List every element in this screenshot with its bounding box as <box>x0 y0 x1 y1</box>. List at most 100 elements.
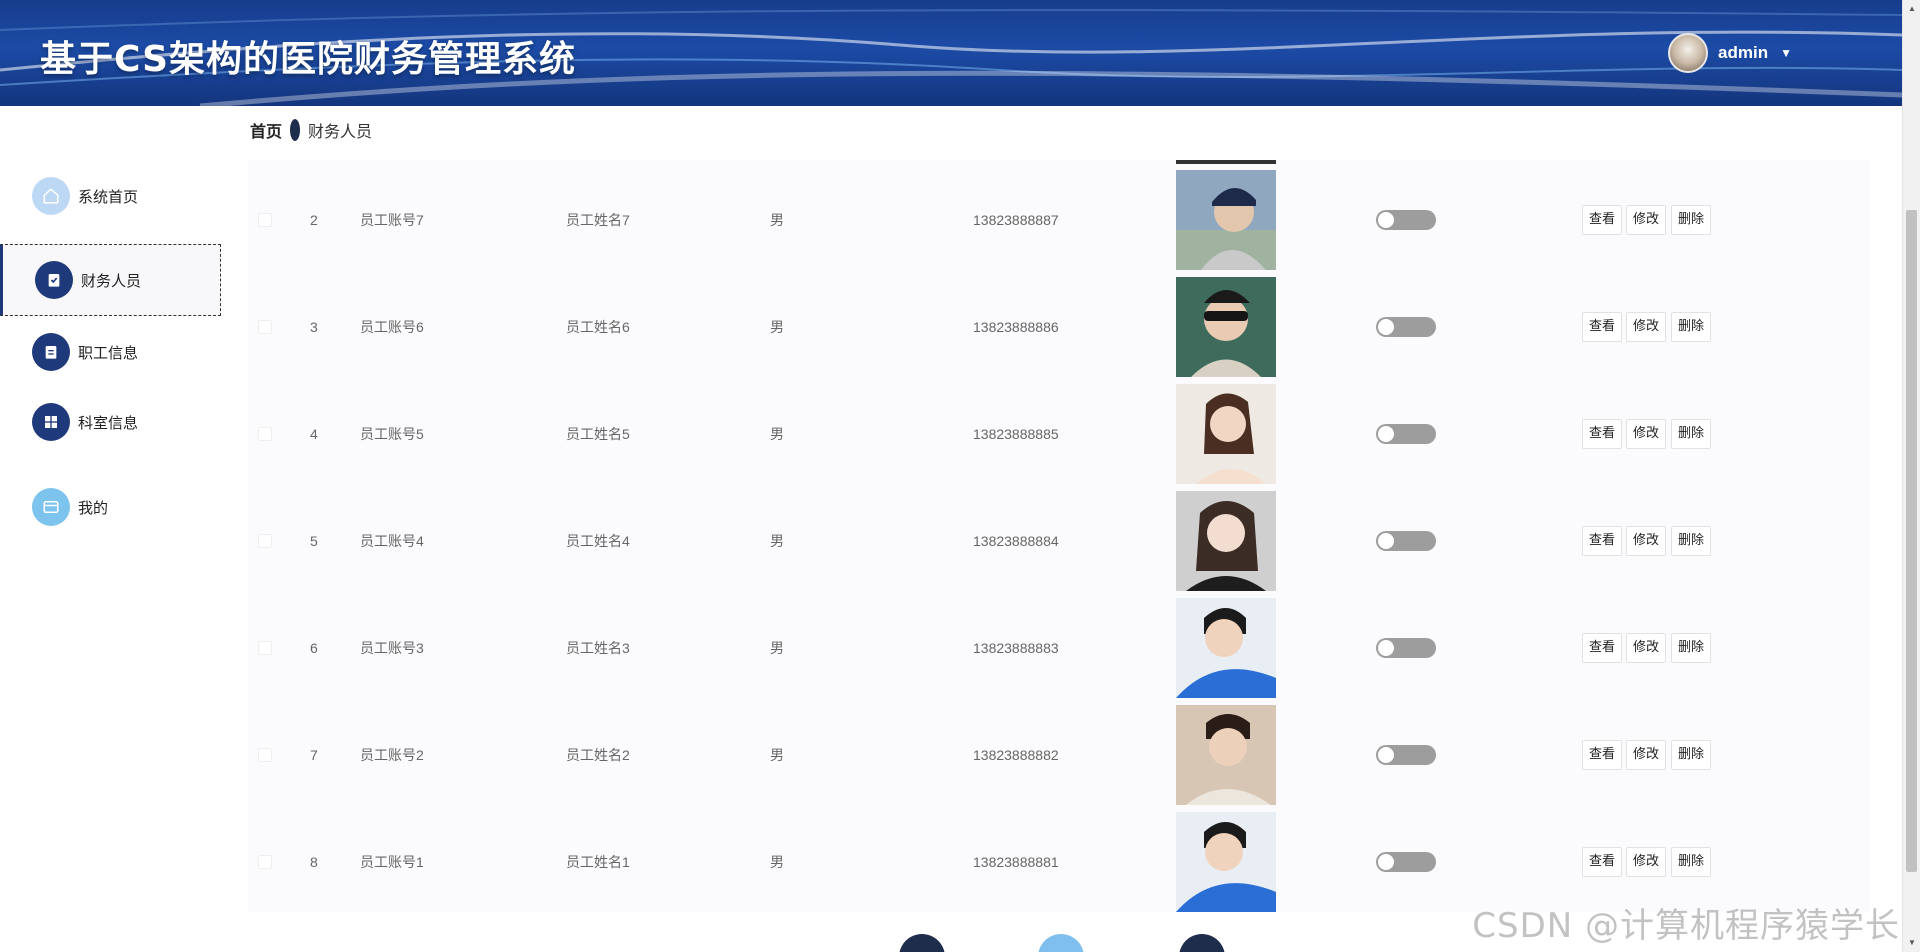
view-button[interactable]: 查看 <box>1582 418 1623 449</box>
row-name: 员工姓名7 <box>566 211 630 228</box>
row-index: 5 <box>310 532 318 549</box>
breadcrumb-current: 财务人员 <box>308 124 373 141</box>
row-phone: 13823888882 <box>973 746 1059 763</box>
status-toggle[interactable] <box>1376 744 1436 765</box>
user-menu[interactable]: admin ▼ <box>1668 33 1792 73</box>
row-name: 员工姓名4 <box>566 532 630 549</box>
sidebar-item-finance-staff[interactable]: 财务人员 <box>0 244 221 316</box>
sidebar-item-label: 科室信息 <box>78 414 139 432</box>
table-row: 2 员工账号7 员工姓名7 男 13823888887 查看 修改 删除 <box>248 166 1870 273</box>
grid-icon <box>32 403 70 441</box>
row-checkbox[interactable] <box>258 212 272 227</box>
table-row: 3 员工账号6 员工姓名6 男 13823888886 查看 修改 删除 <box>248 273 1870 380</box>
delete-button[interactable]: 删除 <box>1671 525 1712 556</box>
row-checkbox[interactable] <box>258 640 272 655</box>
row-checkbox[interactable] <box>258 426 272 441</box>
view-button[interactable]: 查看 <box>1582 525 1623 556</box>
view-button[interactable]: 查看 <box>1582 739 1623 770</box>
sidebar: 系统首页 财务人员 职工信息 科室信息 我的 <box>0 140 221 952</box>
edit-button[interactable]: 修改 <box>1626 632 1667 663</box>
delete-button[interactable]: 删除 <box>1671 632 1712 663</box>
row-account: 员工账号7 <box>360 211 424 228</box>
avatar[interactable] <box>1668 33 1709 73</box>
row-gender: 男 <box>770 211 784 228</box>
app-header: 基于CS架构的医院财务管理系统 admin ▼ <box>0 0 1902 106</box>
clipboard-check-icon <box>35 261 73 299</box>
employee-photo <box>1176 598 1276 698</box>
vertical-scrollbar[interactable]: ▲ ▼ <box>1902 0 1920 952</box>
scroll-up-arrow-icon[interactable]: ▲ <box>1903 2 1920 16</box>
staff-table: 2 员工账号7 员工姓名7 男 13823888887 查看 修改 删除 3 员… <box>248 160 1870 912</box>
status-toggle[interactable] <box>1376 423 1436 444</box>
row-name: 员工姓名6 <box>566 318 630 335</box>
employee-photo <box>1176 277 1276 377</box>
row-phone: 13823888886 <box>973 318 1059 335</box>
username[interactable]: admin <box>1718 43 1768 63</box>
app-title: 基于CS架构的医院财务管理系统 <box>40 39 577 80</box>
pagination-prev-button[interactable] <box>899 934 945 952</box>
status-toggle[interactable] <box>1376 637 1436 658</box>
row-gender: 男 <box>770 853 784 870</box>
table-row: 6 员工账号3 员工姓名3 男 13823888883 查看 修改 删除 <box>248 594 1870 701</box>
row-account: 员工账号1 <box>360 853 424 870</box>
table-row: 5 员工账号4 员工姓名4 男 13823888884 查看 修改 删除 <box>248 487 1870 594</box>
employee-photo <box>1176 384 1276 484</box>
table-row: 7 员工账号2 员工姓名2 男 13823888882 查看 修改 删除 <box>248 701 1870 808</box>
row-name: 员工姓名3 <box>566 639 630 656</box>
edit-button[interactable]: 修改 <box>1626 846 1667 877</box>
row-name: 员工姓名1 <box>566 853 630 870</box>
row-checkbox[interactable] <box>258 319 272 334</box>
sidebar-item-department-info[interactable]: 科室信息 <box>0 386 221 458</box>
toggle-knob <box>1378 532 1394 549</box>
delete-button[interactable]: 删除 <box>1671 204 1712 235</box>
scroll-down-arrow-icon[interactable]: ▼ <box>1903 936 1920 950</box>
sidebar-item-employee-info[interactable]: 职工信息 <box>0 316 221 388</box>
view-button[interactable]: 查看 <box>1582 311 1623 342</box>
table-row: 4 员工账号5 员工姓名5 男 13823888885 查看 修改 删除 <box>248 380 1870 487</box>
row-checkbox[interactable] <box>258 533 272 548</box>
pagination-next-button[interactable] <box>1179 934 1225 952</box>
delete-button[interactable]: 删除 <box>1671 311 1712 342</box>
row-phone: 13823888881 <box>973 853 1059 870</box>
view-button[interactable]: 查看 <box>1582 204 1623 235</box>
delete-button[interactable]: 删除 <box>1671 846 1712 877</box>
edit-button[interactable]: 修改 <box>1626 204 1667 235</box>
pagination-current-page[interactable] <box>1038 934 1084 952</box>
delete-button[interactable]: 删除 <box>1671 418 1712 449</box>
delete-button[interactable]: 删除 <box>1671 739 1712 770</box>
row-checkbox[interactable] <box>258 854 272 869</box>
view-button[interactable]: 查看 <box>1582 846 1623 877</box>
edit-button[interactable]: 修改 <box>1626 418 1667 449</box>
toggle-knob <box>1378 639 1394 656</box>
row-account: 员工账号6 <box>360 318 424 335</box>
employee-photo <box>1176 170 1276 270</box>
edit-button[interactable]: 修改 <box>1626 739 1667 770</box>
breadcrumb-home[interactable]: 首页 <box>250 118 282 142</box>
status-toggle[interactable] <box>1376 851 1436 872</box>
clipboard-icon <box>32 333 70 371</box>
watermark: CSDN @计算机程序猿学长 <box>1472 906 1900 946</box>
sidebar-item-home[interactable]: 系统首页 <box>0 160 221 232</box>
row-phone: 13823888884 <box>973 532 1059 549</box>
toggle-knob <box>1378 746 1394 763</box>
row-gender: 男 <box>770 639 784 656</box>
status-toggle[interactable] <box>1376 316 1436 337</box>
edit-button[interactable]: 修改 <box>1626 311 1667 342</box>
caret-down-icon[interactable]: ▼ <box>1780 46 1792 60</box>
toggle-knob <box>1378 853 1394 870</box>
edit-button[interactable]: 修改 <box>1626 525 1667 556</box>
row-gender: 男 <box>770 425 784 442</box>
status-toggle[interactable] <box>1376 530 1436 551</box>
scrollbar-thumb[interactable] <box>1906 210 1917 872</box>
row-index: 3 <box>310 318 318 335</box>
row-checkbox[interactable] <box>258 747 272 762</box>
row-phone: 13823888887 <box>973 211 1059 228</box>
sidebar-item-label: 职工信息 <box>78 344 139 362</box>
status-toggle[interactable] <box>1376 209 1436 230</box>
sidebar-item-mine[interactable]: 我的 <box>0 471 221 543</box>
view-button[interactable]: 查看 <box>1582 632 1623 663</box>
toggle-knob <box>1378 318 1394 335</box>
breadcrumb: 首页 财务人员 <box>250 118 372 142</box>
home-icon <box>32 177 70 215</box>
row-account: 员工账号4 <box>360 532 424 549</box>
